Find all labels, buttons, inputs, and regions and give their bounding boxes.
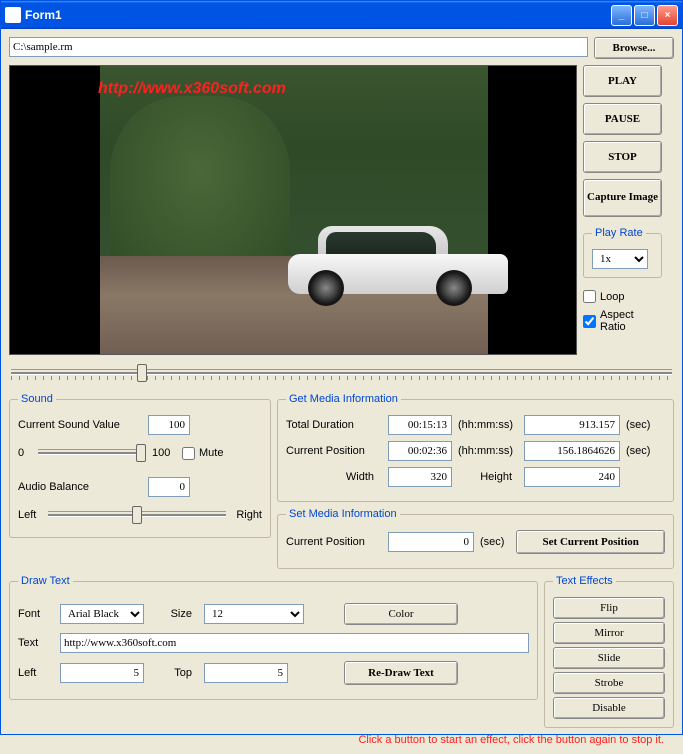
titlebar[interactable]: Form1 _ □ × xyxy=(1,1,682,29)
mute-checkbox[interactable]: Mute xyxy=(182,447,223,460)
window-title: Form1 xyxy=(25,8,611,22)
slide-button[interactable]: Slide xyxy=(553,647,665,669)
get-media-group: Get Media Information Total Duration (hh… xyxy=(277,393,674,502)
set-position-button[interactable]: Set Current Position xyxy=(516,530,665,554)
app-icon xyxy=(5,7,21,23)
play-rate-legend: Play Rate xyxy=(592,227,646,239)
duration-sec xyxy=(524,415,620,435)
close-button[interactable]: × xyxy=(657,5,678,26)
set-media-group: Set Media Information Current Position (… xyxy=(277,508,674,569)
aspect-input[interactable] xyxy=(583,315,596,328)
maximize-button[interactable]: □ xyxy=(634,5,655,26)
overlay-text-input[interactable] xyxy=(60,633,529,653)
font-select[interactable]: Arial Black xyxy=(60,604,144,624)
balance-label: Audio Balance xyxy=(18,481,142,493)
disable-button[interactable]: Disable xyxy=(553,697,665,719)
loop-input[interactable] xyxy=(583,290,596,303)
minimize-button[interactable]: _ xyxy=(611,5,632,26)
balance-input[interactable] xyxy=(148,477,190,497)
sound-group: Sound Current Sound Value 0 100 Mute Aud… xyxy=(9,393,271,538)
size-select[interactable]: 12 xyxy=(204,604,304,624)
mirror-button[interactable]: Mirror xyxy=(553,622,665,644)
redraw-button[interactable]: Re-Draw Text xyxy=(344,661,458,685)
text-effects-group: Text Effects Flip Mirror Slide Strobe Di… xyxy=(544,575,674,728)
position-sec xyxy=(524,441,620,461)
draw-text-group: Draw Text Font Arial Black Size 12 Color… xyxy=(9,575,538,700)
balance-slider[interactable] xyxy=(48,503,226,527)
seek-slider[interactable] xyxy=(11,361,672,385)
watermark-text: http://www.x360soft.com xyxy=(98,80,286,98)
video-preview: http://www.x360soft.com xyxy=(9,65,577,355)
aspect-checkbox[interactable]: Aspect Ratio xyxy=(583,309,662,333)
set-position-input[interactable] xyxy=(388,532,474,552)
hint-text: Click a button to start an effect, click… xyxy=(9,734,664,746)
height-val xyxy=(524,467,620,487)
width-val xyxy=(388,467,452,487)
flip-button[interactable]: Flip xyxy=(553,597,665,619)
play-button[interactable]: PLAY xyxy=(583,65,662,97)
strobe-button[interactable]: Strobe xyxy=(553,672,665,694)
loop-checkbox[interactable]: Loop xyxy=(583,290,662,303)
pause-button[interactable]: PAUSE xyxy=(583,103,662,135)
duration-hms xyxy=(388,415,452,435)
stop-button[interactable]: STOP xyxy=(583,141,662,173)
play-rate-select[interactable]: 1x xyxy=(592,249,648,269)
color-button[interactable]: Color xyxy=(344,603,458,625)
browse-button[interactable]: Browse... xyxy=(594,37,674,59)
text-top-input[interactable] xyxy=(204,663,288,683)
position-hms xyxy=(388,441,452,461)
capture-button[interactable]: Capture Image xyxy=(583,179,662,217)
text-left-input[interactable] xyxy=(60,663,144,683)
sound-value-input[interactable] xyxy=(148,415,190,435)
sound-value-label: Current Sound Value xyxy=(18,419,142,431)
window: Form1 _ □ × Browse... http://www.x360sof… xyxy=(0,0,683,735)
volume-slider[interactable] xyxy=(38,441,146,465)
file-path-input[interactable] xyxy=(9,37,588,57)
